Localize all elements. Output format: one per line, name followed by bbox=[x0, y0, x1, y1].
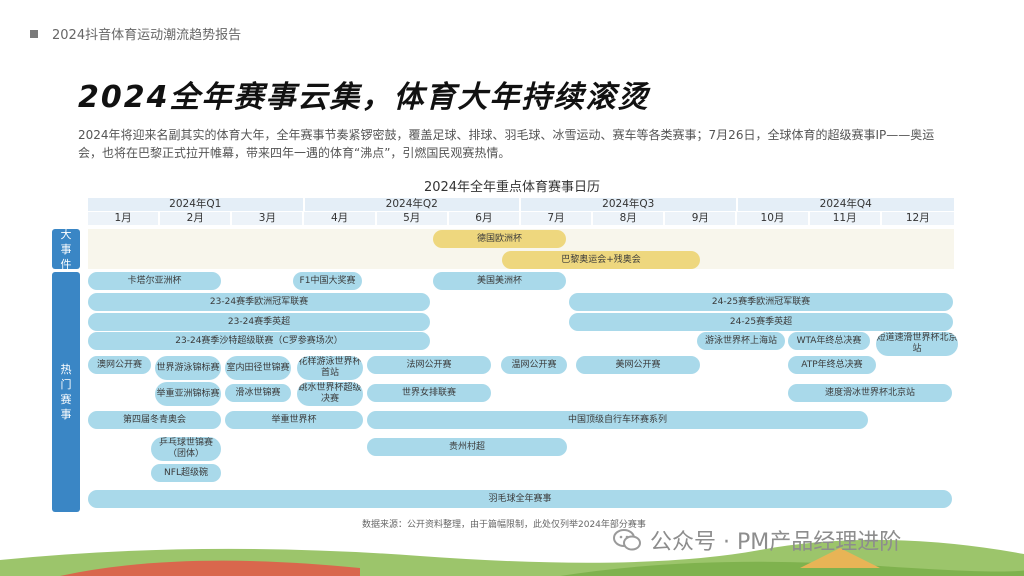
event-indoor-athletics: 室内田径世锦赛 bbox=[225, 356, 291, 380]
month-2: 2月 bbox=[160, 212, 233, 225]
quarter-q1: 2024年Q1 bbox=[88, 198, 305, 211]
event-wta-finals: WTA年终总决赛 bbox=[788, 332, 870, 350]
event-copa-america: 美国美洲杯 bbox=[433, 272, 566, 290]
event-table-tennis-worlds: 乒乓球世锦赛（团体） bbox=[151, 437, 221, 461]
quarter-q4: 2024年Q4 bbox=[737, 198, 954, 211]
quarter-q3: 2024年Q3 bbox=[521, 198, 738, 211]
event-epl-2324: 23-24赛季英超 bbox=[88, 313, 430, 331]
month-header-row: 1月 2月 3月 4月 5月 6月 7月 8月 9月 10月 11月 12月 bbox=[88, 212, 954, 226]
section-label-big-events: 大事件 bbox=[52, 227, 80, 271]
event-f1-china: F1中国大奖赛 bbox=[293, 272, 362, 290]
event-saudi-league: 23-24赛季沙特超级联赛（C罗参赛场次） bbox=[88, 332, 430, 350]
quarter-q2: 2024年Q2 bbox=[304, 198, 521, 211]
month-8: 8月 bbox=[593, 212, 666, 225]
event-australian-open: 澳网公开赛 bbox=[88, 356, 151, 374]
data-source-note: 数据来源：公开资料整理，由于篇幅限制，此处仅列举2024年部分赛事 bbox=[362, 520, 646, 530]
event-diving-wc-final: 跳水世界杯超级决赛 bbox=[297, 382, 363, 406]
event-ucl-2425: 24-25赛季欧洲冠军联赛 bbox=[569, 293, 953, 311]
event-china-cycling-series: 中国顶级自行车环赛系列 bbox=[367, 411, 868, 429]
event-short-track-beijing: 短道速滑世界杯北京站 bbox=[876, 332, 958, 356]
event-paris-olympics: 巴黎奥运会+残奥会 bbox=[502, 251, 700, 269]
month-10: 10月 bbox=[737, 212, 810, 225]
event-us-open: 美网公开赛 bbox=[576, 356, 700, 374]
event-nfl-super-bowl: NFL超级碗 bbox=[151, 464, 221, 482]
report-name: 2024抖音体育运动潮流趋势报告 bbox=[52, 28, 242, 43]
quarter-header-row: 2024年Q1 2024年Q2 2024年Q3 2024年Q4 bbox=[88, 198, 954, 212]
report-header: 2024抖音体育运动潮流趋势报告 bbox=[30, 24, 241, 43]
event-wimbledon: 温网公开赛 bbox=[501, 356, 567, 374]
month-7: 7月 bbox=[520, 212, 594, 225]
event-weightlifting-asia: 举重亚洲锦标赛 bbox=[155, 382, 221, 406]
event-artistic-swim-wc: 花样游泳世界杯首站 bbox=[297, 356, 363, 380]
event-epl-2425: 24-25赛季英超 bbox=[569, 313, 953, 331]
header-bullet bbox=[30, 29, 38, 38]
month-12: 12月 bbox=[881, 212, 954, 225]
month-1: 1月 bbox=[88, 212, 161, 225]
event-french-open: 法网公开赛 bbox=[367, 356, 491, 374]
event-badminton-season: 羽毛球全年赛事 bbox=[88, 490, 952, 508]
month-9: 9月 bbox=[665, 212, 738, 225]
calendar-title: 2024年全年重点体育赛事日历 bbox=[423, 180, 601, 195]
section-label-hot-events: 热门赛事 bbox=[52, 272, 80, 512]
big-events-label: 大事件 bbox=[60, 227, 72, 271]
wechat-watermark: 公众号 · PM产品经理进阶 bbox=[612, 524, 901, 556]
wechat-icon bbox=[613, 529, 641, 551]
hot-events-label: 热门赛事 bbox=[60, 363, 72, 421]
event-guizhou-village-super: 贵州村超 bbox=[367, 438, 567, 456]
month-11: 11月 bbox=[809, 212, 882, 225]
intro-paragraph: 2024年将迎来名副其实的体育大年，全年赛事节奏紧锣密鼓，覆盖足球、排球、羽毛球… bbox=[78, 128, 935, 160]
event-ucl-2324: 23-24赛季欧洲冠军联赛 bbox=[88, 293, 430, 311]
event-speed-skating-beijing: 速度滑冰世界杯北京站 bbox=[788, 384, 952, 402]
month-6: 6月 bbox=[448, 212, 521, 225]
event-atp-finals: ATP年终总决赛 bbox=[788, 356, 876, 374]
event-skating-worlds: 滑冰世锦赛 bbox=[225, 384, 291, 402]
event-weightlifting-wc: 举重世界杯 bbox=[225, 411, 363, 429]
watermark-text: 公众号 · PM产品经理进阶 bbox=[650, 530, 902, 555]
event-euro-cup: 德国欧洲杯 bbox=[433, 230, 566, 248]
month-4: 4月 bbox=[304, 212, 377, 225]
page-title: 2024全年赛事云集，体育大年持续滚烫 bbox=[78, 80, 650, 115]
event-vnl-women: 世界女排联赛 bbox=[367, 384, 491, 402]
month-5: 5月 bbox=[376, 212, 449, 225]
event-world-aquatics: 世界游泳锦标赛 bbox=[155, 356, 221, 380]
event-swim-wc-shanghai: 游泳世界杯上海站 bbox=[697, 332, 785, 350]
event-asian-cup: 卡塔尔亚洲杯 bbox=[88, 272, 221, 290]
event-youth-winter-olympics: 第四届冬青奥会 bbox=[88, 411, 221, 429]
month-3: 3月 bbox=[232, 212, 305, 225]
